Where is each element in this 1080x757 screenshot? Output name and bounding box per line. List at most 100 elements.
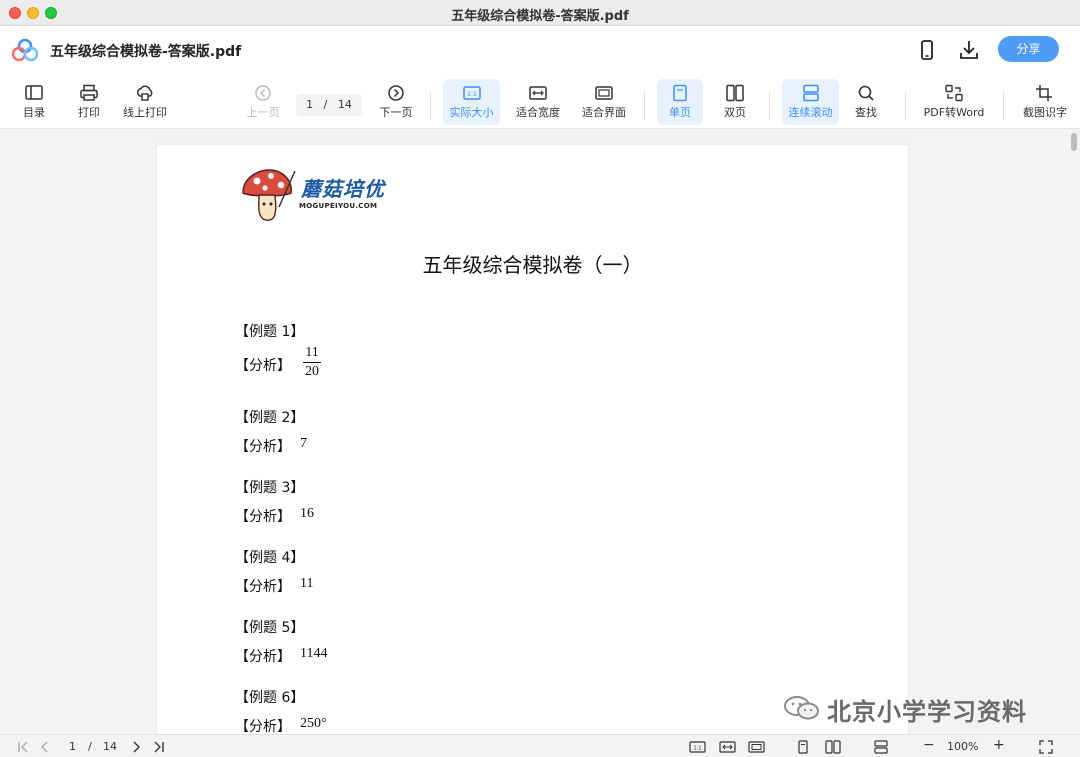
example-6-heading: 【例题 6】 [235, 690, 305, 706]
example-4-answer: 11 [300, 576, 314, 591]
document-title: 五年级综合模拟卷（一） [422, 253, 643, 277]
single-page-icon[interactable] [796, 739, 810, 755]
example-1-analysis-label: 【分析】 [235, 358, 291, 374]
example-2-answer: 7 [300, 436, 307, 451]
page-number-field[interactable]: 1 / 14 [296, 94, 362, 116]
pdf-to-word-button[interactable]: PDF转Word [918, 79, 990, 125]
fit-screen-icon [595, 86, 613, 100]
example-4-analysis-label: 【分析】 [235, 579, 291, 595]
fit-screen-button[interactable]: 适合界面 [576, 79, 632, 125]
next-page-icon[interactable] [129, 739, 143, 755]
double-page-label: 双页 [724, 106, 746, 119]
status-page-separator: / [88, 740, 92, 753]
total-pages: 14 [337, 98, 352, 111]
last-page-icon[interactable] [152, 739, 166, 755]
toolbar-divider [644, 92, 645, 120]
zoom-out-button[interactable]: − [923, 737, 935, 753]
cloud-print-icon [137, 85, 153, 101]
example-1-heading: 【例题 1】 [235, 324, 305, 340]
fit-width-icon [529, 86, 547, 100]
double-page-icon[interactable] [825, 739, 841, 755]
prev-page-button[interactable]: 上一页 [241, 79, 285, 125]
double-page-icon [726, 84, 744, 102]
print-button[interactable]: 打印 [67, 79, 111, 125]
search-icon [858, 85, 874, 101]
chevron-left-circle-icon [255, 85, 271, 101]
wechat-icon [784, 696, 819, 720]
next-page-label: 下一页 [379, 106, 413, 119]
vertical-scrollbar[interactable] [1068, 129, 1080, 734]
brand-name-en: MOGUPEIYOU.COM [299, 202, 378, 210]
example-3-analysis-label: 【分析】 [235, 509, 291, 525]
status-total-pages: 14 [103, 740, 117, 753]
pdf-to-word-label: PDF转Word [923, 106, 985, 119]
toc-button[interactable]: 目录 [12, 79, 56, 125]
mushroom-mascot-icon [242, 169, 296, 221]
continuous-scroll-icon[interactable] [873, 739, 889, 755]
single-page-button[interactable]: 单页 [657, 79, 703, 125]
screenshot-ocr-label: 截图识字 [1023, 106, 1067, 119]
toolbar: 目录 打印 线上打印 上一页 1 / 14 下一页 1:1 实际大小 适合宽度 … [0, 74, 1080, 129]
status-current-page[interactable]: 1 [69, 740, 76, 753]
fit-width-button[interactable]: 适合宽度 [510, 79, 566, 125]
toolbar-divider [769, 92, 770, 120]
fraction-numerator: 11 [303, 345, 321, 363]
online-print-label: 线上打印 [123, 106, 167, 119]
continuous-scroll-icon [802, 84, 819, 102]
prev-page-label: 上一页 [246, 106, 280, 119]
zoom-level[interactable]: 100% [947, 740, 978, 753]
first-page-icon[interactable] [16, 739, 30, 755]
scrollbar-thumb[interactable] [1071, 133, 1077, 151]
mobile-icon[interactable] [915, 38, 939, 62]
example-5-answer: 1144 [300, 646, 328, 661]
screenshot-ocr-button[interactable]: 截图识字 [1016, 79, 1074, 125]
example-2-analysis-label: 【分析】 [235, 439, 291, 455]
example-6-analysis-label: 【分析】 [235, 719, 291, 735]
toolbar-divider [430, 92, 431, 120]
status-bar: 1 / 14 1:1 − 100% + [0, 734, 1080, 757]
actual-size-icon[interactable]: 1:1 [689, 739, 706, 755]
find-button[interactable]: 查找 [844, 79, 888, 125]
next-page-button[interactable]: 下一页 [374, 79, 418, 125]
fullscreen-icon[interactable] [1039, 739, 1053, 755]
actual-size-label: 实际大小 [449, 106, 494, 119]
single-page-label: 单页 [669, 106, 691, 119]
fit-screen-label: 适合界面 [582, 106, 626, 119]
actual-size-button[interactable]: 1:1 实际大小 [443, 79, 500, 125]
example-5-heading: 【例题 5】 [235, 620, 305, 636]
continuous-scroll-button[interactable]: 连续滚动 [782, 79, 839, 125]
example-6-answer: 250° [300, 716, 327, 731]
double-page-button[interactable]: 双页 [713, 79, 757, 125]
chevron-right-circle-icon [388, 85, 404, 101]
example-1-answer-fraction: 11 20 [303, 345, 321, 380]
window-title: 五年级综合模拟卷-答案版.pdf [451, 9, 629, 24]
example-4-heading: 【例题 4】 [235, 550, 305, 566]
actual-size-icon: 1:1 [462, 86, 481, 100]
download-icon[interactable] [957, 38, 981, 62]
example-5-analysis-label: 【分析】 [235, 649, 291, 665]
print-label: 打印 [78, 106, 100, 119]
toc-label: 目录 [23, 106, 45, 119]
document-viewer[interactable]: 蘑菇培优 MOGUPEIYOU.COM 五年级综合模拟卷（一） 【例题 1】 【… [0, 129, 1080, 745]
current-page: 1 [306, 98, 314, 111]
share-button[interactable]: 分享 [998, 36, 1059, 62]
fit-width-label: 适合宽度 [516, 106, 560, 119]
convert-icon [945, 84, 963, 102]
printer-icon [80, 84, 98, 101]
watermark-text: 北京小学学习资料 [827, 698, 1027, 726]
app-header: 五年级综合模拟卷-答案版.pdf 分享 [0, 26, 1080, 74]
prev-page-icon[interactable] [38, 739, 52, 755]
zoom-in-button[interactable]: + [993, 737, 1005, 753]
single-page-icon [673, 84, 687, 102]
fit-screen-icon[interactable] [748, 739, 765, 755]
svg-text:1:1: 1:1 [467, 91, 477, 98]
pdf-page: 蘑菇培优 MOGUPEIYOU.COM 五年级综合模拟卷（一） 【例题 1】 【… [157, 145, 908, 745]
document-name: 五年级综合模拟卷-答案版.pdf [50, 44, 242, 60]
app-logo-icon [12, 38, 38, 62]
fraction-denominator: 20 [305, 364, 319, 379]
toolbar-divider [905, 92, 906, 120]
online-print-button[interactable]: 线上打印 [117, 79, 173, 125]
continuous-scroll-label: 连续滚动 [788, 106, 833, 119]
fit-width-icon[interactable] [719, 739, 736, 755]
page-separator: / [323, 98, 328, 111]
